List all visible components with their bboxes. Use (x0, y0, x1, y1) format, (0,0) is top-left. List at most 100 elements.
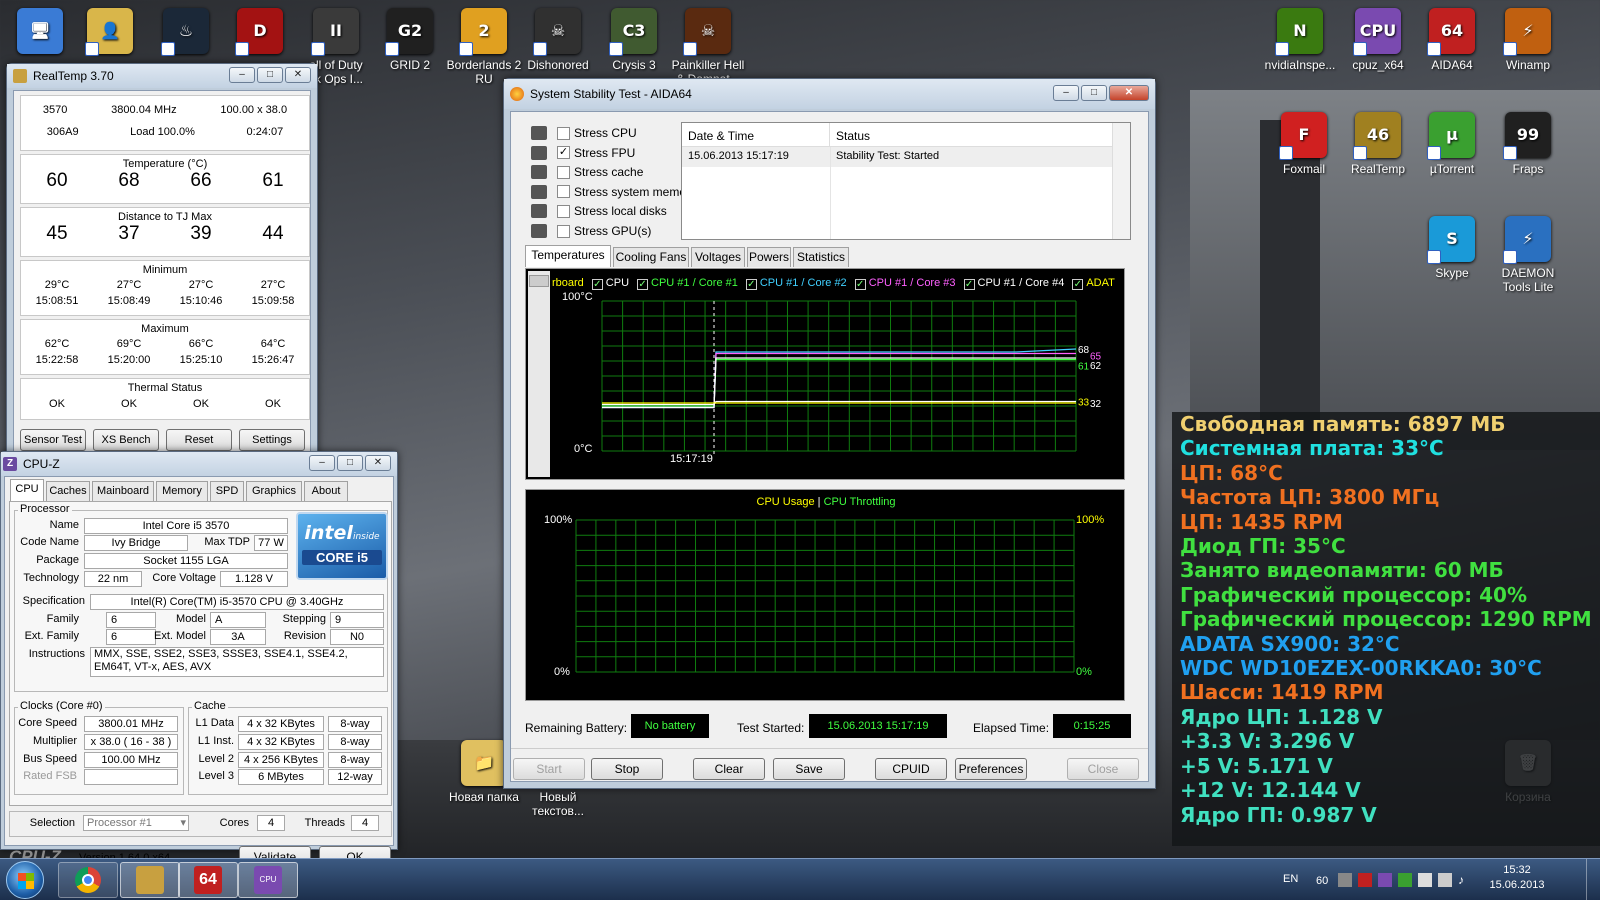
desktop-icon[interactable]: 46 RealTemp (1340, 112, 1416, 176)
desktop-icon[interactable]: NnvidiaInspe... (1262, 8, 1338, 72)
thermal-status: OK (121, 398, 137, 410)
taskbar-cpuz[interactable]: CPU (238, 862, 298, 898)
desktop-icon[interactable]: CPU cpuz_x64 (1340, 8, 1416, 72)
codename-value: Ivy Bridge (84, 535, 188, 551)
elapsed-label: Elapsed Time: (973, 721, 1050, 735)
stress-option[interactable]: Stress cache (531, 165, 643, 180)
desktop-icon[interactable]: ☠Painkiller Hell& Damnat... (670, 8, 746, 86)
desktop-icon[interactable]: 2 Borderlands 2 RU (446, 8, 522, 86)
taskbar-chrome[interactable] (58, 862, 118, 898)
settings-button[interactable]: Settings (239, 429, 305, 451)
close-window-button[interactable]: Close (1067, 758, 1139, 780)
tab-mainboard[interactable]: Mainboard (92, 481, 154, 501)
tab-voltages[interactable]: Voltages (691, 247, 745, 267)
aida-titlebar[interactable]: System Stability Test - AIDA64 ‒ □ ✕ (504, 79, 1155, 109)
minimize-button[interactable]: ‒ (309, 455, 335, 471)
tray-utorrent-icon[interactable] (1398, 873, 1412, 887)
realtemp-icon (136, 866, 164, 894)
close-button[interactable]: ✕ (1109, 85, 1149, 101)
desktop-icon[interactable]: µ µTorrent (1414, 112, 1490, 176)
xs-bench-button[interactable]: XS Bench (93, 429, 159, 451)
log-col-status[interactable]: Status (830, 123, 1130, 146)
stress-option[interactable]: Stress local disks (531, 204, 667, 219)
desktop-icon[interactable]: 🖥 (2, 8, 78, 58)
minimize-button[interactable]: ‒ (1053, 85, 1079, 101)
package-label: Package (36, 554, 79, 566)
stop-button[interactable]: Stop (591, 758, 663, 780)
sensor-test-button[interactable]: Sensor Test (20, 429, 86, 451)
desktop-icon[interactable]: S Skype (1414, 216, 1490, 280)
desktop-icon[interactable]: F Foxmail (1266, 112, 1342, 176)
clear-button[interactable]: Clear (693, 758, 765, 780)
tab-about[interactable]: About (304, 481, 348, 501)
tab-caches[interactable]: Caches (46, 481, 90, 501)
core-speed-value: 3800.01 MHz (84, 716, 178, 732)
close-button[interactable]: ✕ (365, 455, 391, 471)
checkbox[interactable] (557, 126, 570, 140)
stress-option[interactable]: Stress system memory (531, 184, 696, 199)
checkbox[interactable]: ✓ (557, 146, 570, 160)
clock[interactable]: 15:32 15.06.2013 (1482, 863, 1552, 893)
preferences-button[interactable]: Preferences (955, 758, 1027, 780)
desktop-icon[interactable]: 99 Fraps (1490, 112, 1566, 176)
stress-option[interactable]: ✓ Stress FPU (531, 145, 635, 160)
stress-option[interactable]: Stress CPU (531, 126, 637, 140)
tab-spd[interactable]: SPD (210, 481, 244, 501)
checkbox[interactable] (557, 204, 570, 218)
log-col-datetime[interactable]: Date & Time (682, 123, 830, 146)
realtemp-titlebar[interactable]: RealTemp 3.70 ‒ □ ✕ (7, 64, 317, 88)
tray-volume-icon[interactable]: ♪ (1458, 873, 1472, 887)
maximize-button[interactable]: □ (337, 455, 363, 471)
desktop-icon[interactable]: D (222, 8, 298, 58)
tab-cpu[interactable]: CPU (10, 479, 44, 501)
table-row[interactable]: 15.06.2013 15:17:19 Stability Test: Star… (682, 147, 1130, 167)
tray-app-icon[interactable] (1338, 873, 1352, 887)
desktop-icon[interactable]: ⚡ DAEMON Tools Lite (1490, 216, 1566, 294)
start-button[interactable]: Start (513, 758, 585, 780)
desktop-icon[interactable]: C3 Crysis 3 (596, 8, 672, 72)
tab-powers[interactable]: Powers (747, 247, 791, 267)
maximize-button[interactable]: □ (1081, 85, 1107, 101)
cpuz-titlebar[interactable]: Z CPU-Z ‒ □ ✕ (1, 452, 397, 476)
l1-data-assoc: 8-way (328, 716, 382, 732)
desktop-icon[interactable]: ♨ (148, 8, 224, 58)
start-button[interactable] (6, 861, 44, 899)
taskbar-realtemp[interactable] (120, 862, 180, 898)
max-time: 15:26:47 (251, 354, 295, 366)
tray-network-icon[interactable] (1438, 873, 1452, 887)
thermal-status: OK (49, 398, 65, 410)
desktop-icon[interactable]: 64 AIDA64 (1414, 8, 1490, 72)
maximize-button[interactable]: □ (257, 67, 283, 83)
desktop-icon[interactable]: ☠ Dishonored (520, 8, 596, 72)
multiplier-label: Multiplier (32, 735, 77, 747)
checkbox[interactable] (557, 224, 570, 238)
desktop-icon[interactable]: G2 GRID 2 (372, 8, 448, 72)
show-desktop-button[interactable] (1586, 859, 1600, 900)
checkbox[interactable] (557, 185, 570, 199)
reset-button[interactable]: Reset (166, 429, 232, 451)
checkbox[interactable] (557, 165, 570, 179)
tray-aida-icon[interactable] (1358, 873, 1372, 887)
close-button[interactable]: ✕ (285, 67, 311, 83)
stress-option[interactable]: Stress GPU(s) (531, 224, 651, 238)
distance-group: Distance to TJ Max 45 37 39 44 (20, 207, 310, 257)
tab-temperatures[interactable]: Temperatures (525, 245, 611, 267)
app-icon: F (1279, 112, 1327, 160)
cpuid-button[interactable]: CPUID (875, 758, 947, 780)
tray-flag-icon[interactable] (1418, 873, 1432, 887)
threads-label: Threads (304, 817, 345, 829)
selection-dropdown[interactable]: Processor #1 ▾ (83, 815, 189, 831)
minimize-button[interactable]: ‒ (229, 67, 255, 83)
tab-memory[interactable]: Memory (156, 481, 208, 501)
desktop-icon[interactable]: 👤 (72, 8, 148, 58)
tray-temp[interactable]: 60 (1316, 875, 1328, 887)
language-indicator[interactable]: EN (1283, 873, 1298, 885)
tray-cpuz-icon[interactable] (1378, 873, 1392, 887)
tab-statistics[interactable]: Statistics (793, 247, 849, 267)
taskbar-aida64[interactable]: 64 (178, 862, 238, 898)
save-button[interactable]: Save (773, 758, 845, 780)
desktop-icon[interactable]: ⚡ Winamp (1490, 8, 1566, 72)
tab-cooling-fans[interactable]: Cooling Fans (613, 247, 689, 267)
log-scrollbar[interactable] (1112, 123, 1130, 239)
tab-graphics[interactable]: Graphics (246, 481, 302, 501)
